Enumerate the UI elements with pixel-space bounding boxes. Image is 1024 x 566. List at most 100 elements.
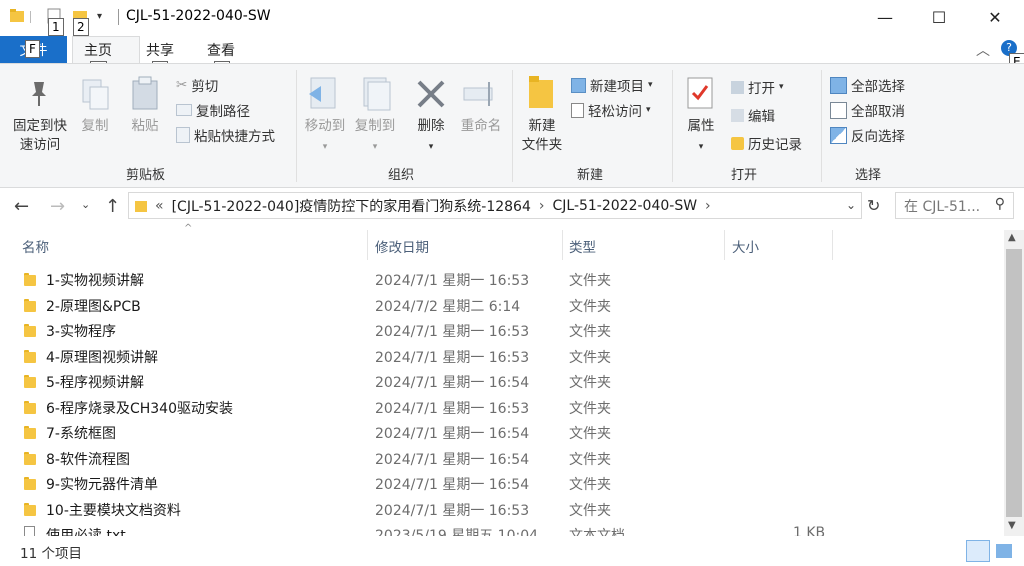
table-row[interactable]: 3-实物程序 2024/7/1 星期一 16:53 文件夹 <box>20 317 980 343</box>
copy-path-label: 复制路径 <box>196 104 250 120</box>
tab-view[interactable]: 查看 <box>207 40 235 60</box>
file-date: 2023/5/19 星期五 10:04 <box>375 528 539 536</box>
qat-customize-icon[interactable]: ▾ <box>97 11 102 22</box>
new-folder-button[interactable]: 新建 文件夹 <box>516 117 568 155</box>
file-name: 3-实物程序 <box>46 324 116 340</box>
file-date: 2024/7/1 星期一 16:54 <box>375 477 530 493</box>
column-header-name[interactable]: 名称 <box>22 233 49 259</box>
folder-icon <box>24 477 36 490</box>
file-date: 2024/7/2 星期二 6:14 <box>375 298 521 315</box>
breadcrumb-current[interactable]: CJL-51-2022-040-SW <box>552 198 697 214</box>
table-row[interactable]: 7-系统框图 2024/7/1 星期一 16:54 文件夹 <box>20 419 980 445</box>
cut-label: 剪切 <box>191 79 219 95</box>
table-row[interactable]: 5-程序视频讲解 2024/7/1 星期一 16:54 文件夹 <box>20 368 980 394</box>
column-divider[interactable] <box>832 230 833 260</box>
column-divider[interactable] <box>562 230 563 260</box>
address-dropdown-icon[interactable]: ⌄ <box>846 198 856 212</box>
table-row[interactable]: 使用必读.txt 2023/5/19 星期五 10:04 文本文档 1 KB <box>20 521 980 536</box>
address-overflow[interactable]: « <box>155 198 164 214</box>
new-folder-icon <box>529 76 553 108</box>
table-row[interactable]: 8-软件流程图 2024/7/1 星期一 16:54 文件夹 <box>20 445 980 471</box>
copy-to-button[interactable]: 复制到 ▾ <box>350 117 400 157</box>
breadcrumb-parent[interactable]: [CJL-51-2022-040]疫情防控下的家用看门狗系统-12864 <box>172 196 531 216</box>
breadcrumb-separator[interactable]: › <box>539 198 545 214</box>
column-divider[interactable] <box>724 230 725 260</box>
select-none-button[interactable]: 全部取消 <box>830 100 905 120</box>
move-to-dropdown-icon: ▾ <box>322 142 328 152</box>
search-box[interactable]: 在 CJL-51... ⚲ <box>895 192 1014 219</box>
minimize-button[interactable]: — <box>862 0 908 34</box>
paste-button[interactable]: 粘贴 <box>128 117 162 136</box>
recent-locations-icon[interactable]: ⌄ <box>81 198 90 211</box>
column-divider[interactable] <box>367 230 368 260</box>
table-row[interactable]: 6-程序烧录及CH340驱动安装 2024/7/1 星期一 16:53 文件夹 <box>20 394 980 420</box>
breadcrumb-separator[interactable]: › <box>705 198 711 214</box>
file-name: 5-程序视频讲解 <box>46 375 144 391</box>
table-row[interactable]: 1-实物视频讲解 2024/7/1 星期一 16:53 文件夹 <box>20 266 980 292</box>
back-icon[interactable]: ← <box>14 196 29 217</box>
details-view-icon[interactable] <box>966 540 990 562</box>
search-input[interactable]: 在 CJL-51... <box>904 196 980 216</box>
invert-selection-button[interactable]: 反向选择 <box>830 125 905 145</box>
file-type: 文件夹 <box>569 298 611 315</box>
group-divider <box>821 70 822 182</box>
move-to-icon <box>309 77 336 109</box>
easy-access-button[interactable]: 轻松访问 ▾ <box>571 100 651 120</box>
large-icons-view-icon[interactable] <box>996 544 1012 558</box>
file-date: 2024/7/1 星期一 16:54 <box>375 451 530 468</box>
paste-icon <box>132 76 158 110</box>
folder-app-icon[interactable] <box>10 9 24 23</box>
up-icon[interactable]: ↑ <box>105 196 120 217</box>
forward-icon[interactable]: → <box>50 196 65 217</box>
table-row[interactable]: 9-实物元器件清单 2024/7/1 星期一 16:54 文件夹 <box>20 470 980 496</box>
maximize-button[interactable]: ☐ <box>916 0 962 34</box>
properties-button[interactable]: 属性 ▾ <box>682 117 720 157</box>
scroll-up-icon[interactable]: ▲ <box>1008 232 1016 243</box>
table-row[interactable]: 10-主要模块文档资料 2024/7/1 星期一 16:53 文件夹 <box>20 496 980 522</box>
delete-dropdown-icon: ▾ <box>428 142 434 152</box>
copy-button[interactable]: 复制 <box>78 117 112 136</box>
copy-path-button[interactable]: 复制路径 <box>176 100 250 120</box>
easy-access-icon <box>571 102 584 118</box>
tab-share[interactable]: 共享 <box>146 40 174 60</box>
delete-icon <box>417 80 445 108</box>
table-row[interactable]: 4-原理图视频讲解 2024/7/1 星期一 16:53 文件夹 <box>20 343 980 369</box>
delete-button[interactable]: 删除 ▾ <box>413 117 449 157</box>
move-to-button[interactable]: 移动到 ▾ <box>300 117 350 157</box>
address-bar[interactable]: « [CJL-51-2022-040]疫情防控下的家用看门狗系统-12864 ›… <box>128 192 862 219</box>
folder-icon <box>24 375 36 388</box>
table-row[interactable]: 2-原理图&PCB 2024/7/2 星期二 6:14 文件夹 <box>20 292 980 318</box>
collapse-ribbon-icon[interactable]: ︿ <box>976 40 990 60</box>
edit-button[interactable]: 编辑 <box>731 105 775 125</box>
group-divider <box>672 70 673 182</box>
open-icon <box>731 80 744 94</box>
keytip-qat1: 1 <box>48 18 64 36</box>
column-header-size[interactable]: 大小 <box>732 233 759 259</box>
scrollbar-thumb[interactable] <box>1006 249 1022 517</box>
new-item-button[interactable]: 新建项目 ▾ <box>571 75 653 95</box>
group-label-new: 新建 <box>577 168 604 183</box>
file-date: 2024/7/1 星期一 16:53 <box>375 502 530 519</box>
column-header-type[interactable]: 类型 <box>569 233 596 259</box>
group-label-select: 选择 <box>855 168 882 183</box>
file-name: 4-原理图视频讲解 <box>46 349 158 366</box>
folder-icon <box>24 400 36 414</box>
close-button[interactable]: ✕ <box>972 0 1018 34</box>
scroll-down-icon[interactable]: ▼ <box>1008 520 1016 531</box>
column-header-date[interactable]: 修改日期 <box>375 233 429 259</box>
file-type: 文件夹 <box>569 375 611 391</box>
tab-home-label: 主页 <box>84 43 112 59</box>
refresh-icon[interactable]: ↻ <box>867 196 880 215</box>
file-type: 文件夹 <box>569 324 611 340</box>
file-name: 8-软件流程图 <box>46 451 130 468</box>
rename-button[interactable]: 重命名 <box>456 117 506 136</box>
properties-icon <box>687 77 713 109</box>
open-button[interactable]: 打开 ▾ <box>731 77 784 97</box>
pin-quick-access-button[interactable]: 固定到快 速访问 <box>6 117 74 155</box>
select-all-button[interactable]: 全部选择 <box>830 75 905 95</box>
window-title: CJL-51-2022-040-SW <box>126 8 271 24</box>
new-item-icon <box>571 77 586 93</box>
cut-button[interactable]: ✂ 剪切 <box>176 75 218 95</box>
paste-shortcut-button[interactable]: 粘贴快捷方式 <box>176 125 275 145</box>
history-button[interactable]: 历史记录 <box>731 133 802 153</box>
